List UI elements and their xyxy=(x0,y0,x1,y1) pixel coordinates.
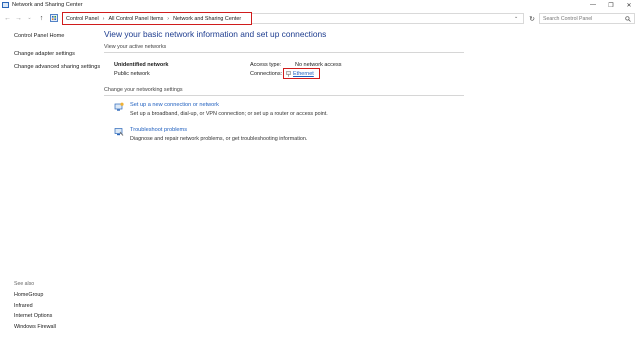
control-panel-icon xyxy=(50,14,58,22)
breadcrumb-all-items[interactable]: All Control Panel Items xyxy=(108,16,163,22)
connections-label: Connections: xyxy=(250,71,283,77)
troubleshoot-desc: Diagnose and repair network problems, or… xyxy=(130,136,308,142)
troubleshoot-link[interactable]: Troubleshoot problems xyxy=(130,127,187,133)
troubleshoot-icon xyxy=(114,128,124,136)
setup-connection-task: Set up a new connection or network Set u… xyxy=(104,102,464,124)
breadcrumb-current[interactable]: Network and Sharing Center xyxy=(173,16,241,22)
ethernet-link-text[interactable]: Ethernet xyxy=(293,71,314,77)
page-title: View your basic network information and … xyxy=(104,29,327,39)
network-center-icon xyxy=(2,2,9,8)
section-divider xyxy=(104,52,464,53)
restore-button[interactable]: ❐ xyxy=(602,0,620,10)
left-pane: Control Panel Home Change adapter settin… xyxy=(14,33,104,77)
minimize-button[interactable]: — xyxy=(584,0,602,10)
network-name: Unidentified network xyxy=(114,62,169,68)
window-controls: — ❐ ✕ xyxy=(584,0,638,10)
change-settings-heading: Change your networking settings xyxy=(104,87,183,93)
search-input[interactable]: Search Control Panel xyxy=(539,13,635,24)
active-networks-heading: View your active networks xyxy=(104,44,167,50)
setup-connection-desc: Set up a broadband, dial-up, or VPN conn… xyxy=(130,111,328,117)
troubleshoot-task: Troubleshoot problems Diagnose and repai… xyxy=(104,127,464,149)
up-button[interactable]: ↑ xyxy=(37,13,46,23)
address-row: ← → ⌄ ↑ Control Panel › All Control Pane… xyxy=(0,11,640,25)
address-field[interactable] xyxy=(252,13,524,24)
section-divider xyxy=(104,95,464,96)
change-adapter-settings-link[interactable]: Change adapter settings xyxy=(14,51,104,58)
active-network: Unidentified network Public network Acce… xyxy=(104,62,464,84)
main-content: View your basic network information and … xyxy=(104,26,464,149)
chevron-right-icon[interactable]: › xyxy=(103,16,105,22)
address-dropdown-icon[interactable]: ⌄ xyxy=(514,14,518,20)
back-button[interactable]: ← xyxy=(3,13,12,23)
new-connection-icon xyxy=(114,102,124,111)
title-bar: Network and Sharing Center — ❐ ✕ xyxy=(0,0,640,10)
setup-connection-link[interactable]: Set up a new connection or network xyxy=(130,102,219,108)
chevron-right-icon[interactable]: › xyxy=(167,16,169,22)
network-type: Public network xyxy=(114,71,150,77)
search-icon[interactable] xyxy=(625,15,631,22)
see-also-internet-options-link[interactable]: Internet Options xyxy=(14,313,104,320)
ethernet-icon xyxy=(286,70,291,77)
ethernet-connection-link[interactable]: Ethernet xyxy=(283,68,320,79)
change-advanced-sharing-link[interactable]: Change advanced sharing settings xyxy=(14,64,104,71)
access-type-label: Access type: xyxy=(250,62,282,68)
see-also-heading: See also xyxy=(14,281,35,287)
refresh-button[interactable]: ↻ xyxy=(527,13,537,24)
see-also-windows-firewall-link[interactable]: Windows Firewall xyxy=(14,324,104,331)
recent-locations-button[interactable]: ⌄ xyxy=(25,13,34,23)
forward-button[interactable]: → xyxy=(14,13,23,23)
breadcrumb: Control Panel › All Control Panel Items … xyxy=(62,12,252,25)
breadcrumb-control-panel[interactable]: Control Panel xyxy=(66,16,99,22)
search-placeholder: Search Control Panel xyxy=(543,15,593,22)
see-also-infrared-link[interactable]: Infrared xyxy=(14,303,104,310)
see-also-homegroup-link[interactable]: HomeGroup xyxy=(14,292,104,299)
control-panel-home-link[interactable]: Control Panel Home xyxy=(14,33,104,40)
close-button[interactable]: ✕ xyxy=(620,0,638,10)
window-title: Network and Sharing Center xyxy=(12,2,83,8)
see-also-section: See also HomeGroup Infrared Internet Opt… xyxy=(14,281,104,334)
